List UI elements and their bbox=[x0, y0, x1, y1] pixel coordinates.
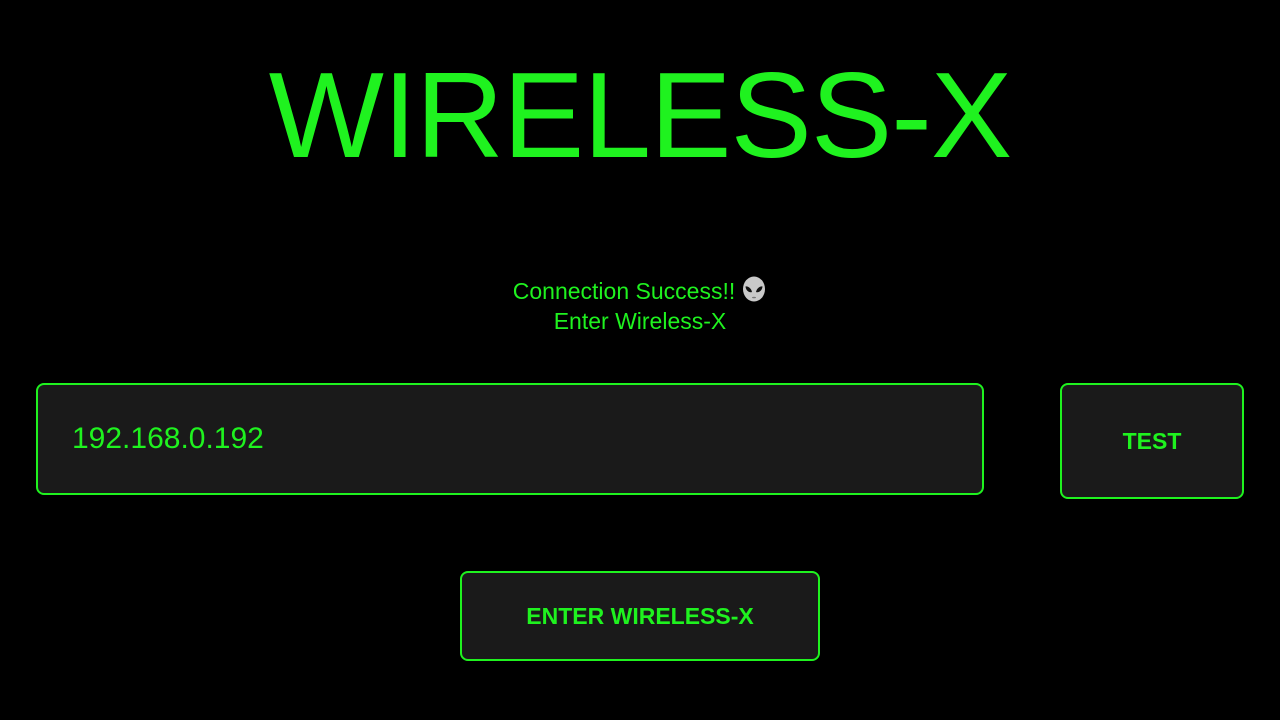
ip-address-field[interactable] bbox=[36, 383, 984, 495]
status-line-2: Enter Wireless-X bbox=[553, 308, 727, 334]
status-success-text: Connection Success!! bbox=[512, 278, 736, 304]
connection-status: Connection Success!! Enter Wireless-X bbox=[0, 276, 1280, 336]
ip-address-input[interactable] bbox=[72, 385, 952, 493]
test-button[interactable]: TEST bbox=[1060, 383, 1244, 499]
app-title: WIRELESS-X bbox=[268, 47, 1013, 183]
alien-icon bbox=[743, 276, 766, 302]
enter-wireless-x-button[interactable]: ENTER WIRELESS-X bbox=[460, 571, 820, 661]
status-line-1: Connection Success!! bbox=[0, 276, 1280, 306]
